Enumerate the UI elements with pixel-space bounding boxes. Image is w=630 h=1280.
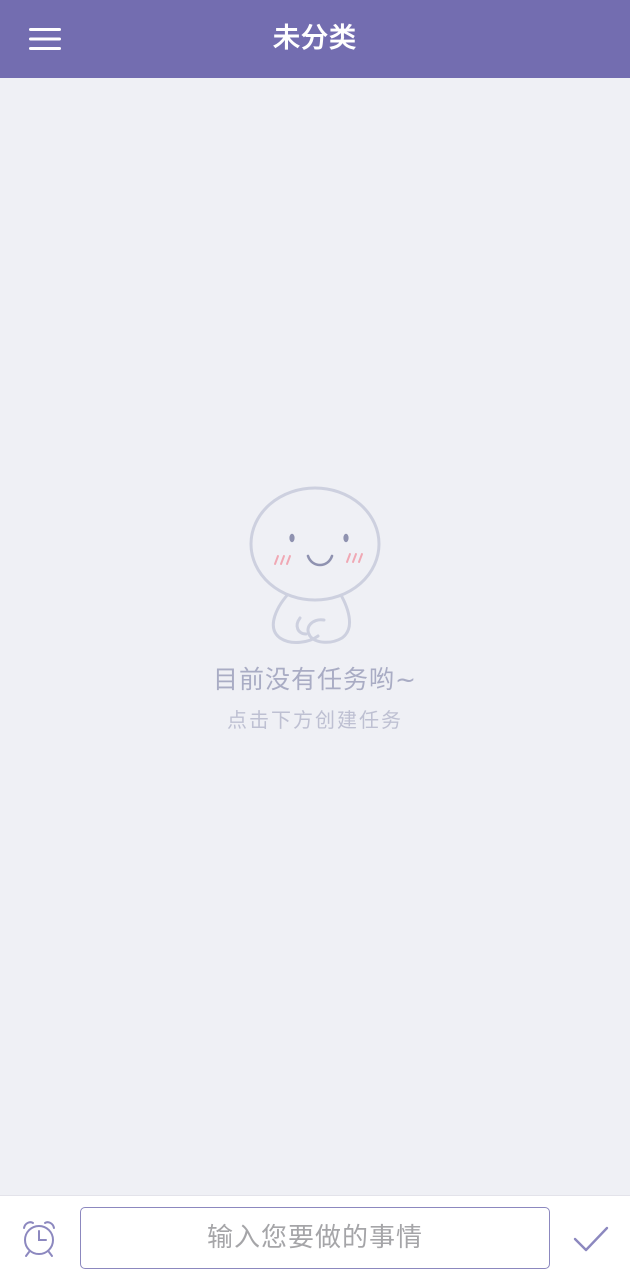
empty-state: 目前没有任务哟~ 点击下方创建任务 [0,478,630,733]
empty-state-title: 目前没有任务哟~ [213,665,417,694]
empty-state-subtitle: 点击下方创建任务 [227,708,403,732]
reminder-button[interactable] [16,1216,62,1262]
confirm-button[interactable] [568,1216,614,1262]
smiling-ghost-illustration [249,486,381,644]
bottom-input-bar [0,1195,630,1280]
checkmark-icon [573,1226,609,1252]
alarm-clock-icon [23,1221,55,1257]
page-title: 未分类 [273,23,357,54]
task-input[interactable] [80,1207,550,1269]
app-header: 未分类 [0,0,630,78]
